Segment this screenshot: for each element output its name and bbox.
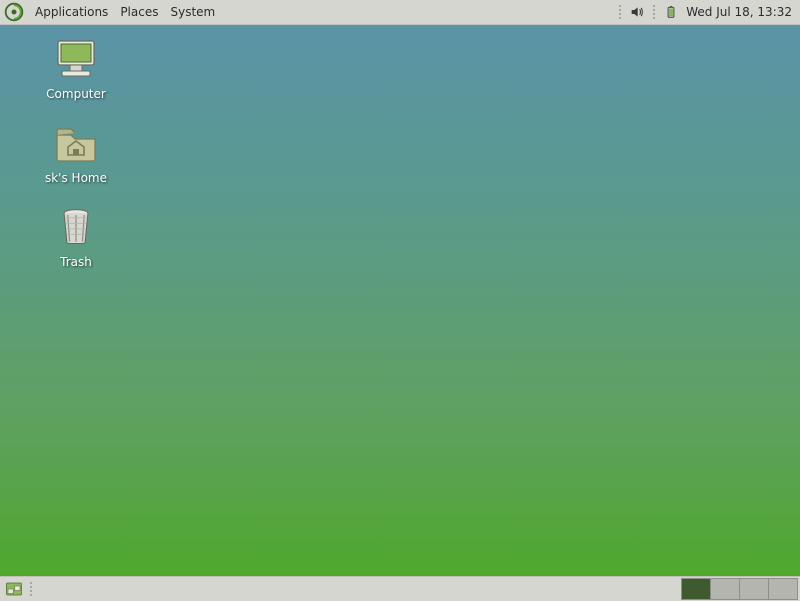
volume-icon[interactable]	[628, 3, 646, 21]
computer-icon	[52, 35, 100, 83]
desktop-icon-label: Computer	[46, 87, 106, 101]
battery-icon[interactable]	[662, 3, 680, 21]
clock[interactable]: Wed Jul 18, 13:32	[682, 5, 796, 19]
menu-places[interactable]: Places	[114, 0, 164, 24]
workspace-4[interactable]	[768, 578, 798, 600]
home-folder-icon	[52, 119, 100, 167]
workspace-3[interactable]	[739, 578, 769, 600]
desktop-icon-trash[interactable]: Trash	[16, 203, 136, 269]
trash-icon	[52, 203, 100, 251]
distro-logo-icon[interactable]	[3, 1, 25, 23]
workspace-1[interactable]	[681, 578, 711, 600]
desktop-icons: Computer sk's Home	[16, 35, 136, 269]
bottom-grip	[27, 581, 35, 597]
workspace-2[interactable]	[710, 578, 740, 600]
top-panel: Applications Places System Wed Jul 18, 1…	[0, 0, 800, 25]
desktop-icon-computer[interactable]: Computer	[16, 35, 136, 101]
desktop[interactable]: Computer sk's Home	[0, 25, 800, 576]
desktop-icon-label: Trash	[60, 255, 92, 269]
tray-grip-2	[650, 4, 658, 20]
bottom-panel	[0, 576, 800, 601]
workspace-switcher	[682, 578, 798, 600]
menu-system[interactable]: System	[164, 0, 221, 24]
system-tray: Wed Jul 18, 13:32	[614, 0, 800, 24]
menu-applications[interactable]: Applications	[29, 0, 114, 24]
tray-grip	[616, 4, 624, 20]
desktop-icon-label: sk's Home	[45, 171, 107, 185]
show-desktop-button[interactable]	[3, 579, 25, 599]
desktop-icon-home[interactable]: sk's Home	[16, 119, 136, 185]
menu-bar: Applications Places System	[0, 0, 221, 24]
